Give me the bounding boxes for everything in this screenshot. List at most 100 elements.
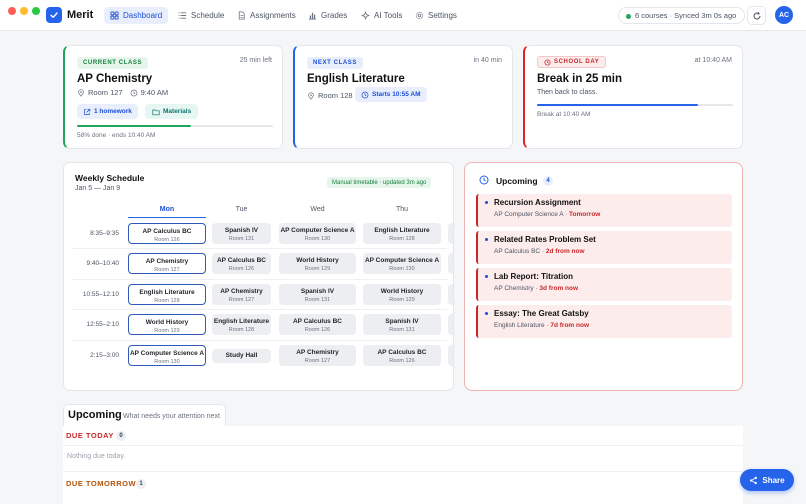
close-window-button[interactable] (8, 7, 16, 15)
time-slot-label: 10:55–12:10 (82, 291, 119, 298)
class-name: World History (296, 257, 339, 264)
upcoming-item[interactable]: Recursion Assignment AP Computer Science … (476, 194, 732, 227)
nav-ai-tools[interactable]: AI Tools (355, 7, 408, 24)
starts-at-button[interactable]: Starts 10:55 AM (355, 87, 427, 102)
schedule-cell-overflow[interactable] (448, 253, 453, 274)
class-title: AP Chemistry (77, 73, 153, 85)
schedule-cell[interactable]: Spanish IV Room 131 (279, 284, 356, 305)
schedule-cell[interactable]: AP Computer Science A Room 130 (363, 253, 441, 274)
current-class-card[interactable]: CURRENT CLASS 25 min left AP Chemistry R… (63, 45, 283, 149)
nav-dashboard[interactable]: Dashboard (104, 7, 169, 24)
class-room: Room 129 (304, 266, 331, 272)
class-name: AP Chemistry (296, 349, 339, 356)
assignment-name: Lab Report: Titration (494, 272, 573, 281)
class-room: Room 128 (389, 236, 415, 242)
nav-label: AI Tools (374, 11, 403, 20)
upcoming-card-title: Upcoming (496, 176, 538, 186)
class-room: Room 128 (154, 298, 180, 304)
schedule-cell[interactable]: AP Chemistry Room 127 (279, 345, 356, 366)
share-icon (750, 476, 758, 484)
schedule-cell[interactable]: AP Calculus BC Room 126 (212, 253, 271, 274)
refresh-button[interactable] (747, 6, 766, 25)
nav-label: Schedule (191, 11, 225, 20)
assignment-due: Tomorrow (569, 211, 601, 218)
schedule-cell-overflow[interactable] (448, 314, 453, 335)
class-name: World History (380, 288, 424, 295)
class-progress-bar (77, 125, 273, 127)
upcoming-section-subtitle: What needs your attention next (123, 413, 220, 420)
nav-schedule[interactable]: Schedule (172, 7, 230, 24)
day-progress-fill (537, 104, 698, 106)
class-name: AP Chemistry (220, 288, 263, 295)
schedule-cell[interactable]: AP Computer Science A Room 130 (128, 345, 206, 366)
schedule-cell[interactable]: English Literature Room 128 (363, 223, 441, 244)
schedule-cell[interactable]: English Literature Room 128 (128, 284, 206, 305)
schedule-cell[interactable]: AP Calculus BC Room 126 (128, 223, 206, 244)
time-left: 25 min left (239, 57, 272, 64)
schedule-status-badge: Manual timetable · updated 3m ago (327, 177, 432, 188)
class-name: Study Hall (225, 351, 258, 359)
time-slot-label: 2:15–3:00 (90, 352, 119, 359)
schedule-cell[interactable]: AP Calculus BC Room 126 (279, 314, 356, 335)
clock-icon (361, 91, 369, 98)
schedule-cell[interactable]: World History Room 129 (279, 253, 356, 274)
nav-settings[interactable]: Settings (409, 7, 463, 24)
materials-button[interactable]: Materials (145, 104, 199, 119)
schedule-cell[interactable]: Spanish IV Room 131 (363, 314, 441, 335)
class-name: AP Calculus BC (377, 349, 427, 356)
row-divider (72, 340, 447, 341)
share-button[interactable]: Share (740, 469, 794, 491)
school-day-card[interactable]: SCHOOL DAY at 10:40 AM Break in 25 min T… (523, 45, 743, 149)
class-name: Spanish IV (300, 288, 335, 295)
clock-icon (544, 58, 551, 66)
minimize-window-button[interactable] (20, 7, 28, 15)
schedule-cell[interactable]: World History Room 129 (363, 284, 441, 305)
nav-grades[interactable]: Grades (302, 7, 353, 24)
upcoming-item[interactable]: Essay: The Great Gatsby English Literatur… (476, 305, 732, 338)
avatar[interactable]: AC (775, 6, 793, 24)
class-room: Room 127 (88, 88, 123, 97)
day-header-tue: Tue (235, 206, 248, 213)
assignment-due: 3d from now (539, 285, 579, 292)
folder-icon (152, 109, 160, 115)
schedule-cell[interactable]: AP Computer Science A Room 130 (279, 223, 356, 244)
upcoming-section-header: Upcoming What needs your attention next (63, 404, 226, 426)
divider (63, 445, 743, 446)
refresh-icon (753, 11, 760, 19)
assignment-course: AP Computer Science A (494, 211, 564, 218)
class-room: Room 126 (154, 237, 180, 243)
class-room: Room 126 (304, 327, 331, 333)
schedule-cell-overflow[interactable] (448, 345, 453, 366)
schedule-cell[interactable]: AP Chemistry Room 127 (128, 253, 206, 274)
assignment-meta: AP Chemistry · 3d from now (494, 285, 578, 292)
class-name: World History (145, 319, 189, 326)
schedule-cell[interactable]: Spanish IV Room 131 (212, 223, 271, 244)
time-slot-label: 8:35–9:35 (90, 230, 119, 237)
assignment-due: 2d from now (545, 248, 585, 255)
weekly-schedule-card: Weekly Schedule Jan 5 — Jan 9 Manual tim… (63, 162, 454, 391)
nav-assignments[interactable]: Assignments (231, 7, 302, 24)
assignment-course: AP Calculus BC (494, 248, 541, 255)
next-class-card[interactable]: NEXT CLASS in 40 min English Literature … (293, 45, 513, 149)
upcoming-item[interactable]: Related Rates Problem Set AP Calculus BC … (476, 231, 732, 264)
schedule-cell[interactable]: World History Room 129 (128, 314, 206, 335)
class-progress-fill (77, 125, 191, 127)
maximize-window-button[interactable] (32, 7, 40, 15)
divider (63, 471, 743, 472)
sync-status-text: 6 courses · Synced 3m 0s ago (635, 11, 737, 20)
bullet-dot (485, 201, 488, 204)
class-name: AP Computer Science A (280, 227, 355, 234)
nav-label: Settings (428, 11, 457, 20)
schedule-cell-overflow[interactable] (448, 223, 453, 244)
schedule-cell[interactable]: AP Chemistry Room 127 (212, 284, 271, 305)
class-room: Room 127 (154, 267, 180, 273)
homework-button[interactable]: 1 homework (77, 104, 138, 119)
class-room: Room 130 (389, 266, 415, 272)
schedule-cell[interactable]: AP Calculus BC Room 126 (363, 345, 441, 366)
schedule-cell[interactable]: English Literature Room 128 (212, 314, 271, 335)
location-pin-icon (78, 88, 84, 97)
schedule-cell[interactable]: Study Hall (212, 348, 271, 363)
schedule-cell-overflow[interactable] (448, 284, 453, 305)
upcoming-item[interactable]: Lab Report: Titration AP Chemistry · 3d f… (476, 268, 732, 301)
row-divider (72, 248, 447, 249)
